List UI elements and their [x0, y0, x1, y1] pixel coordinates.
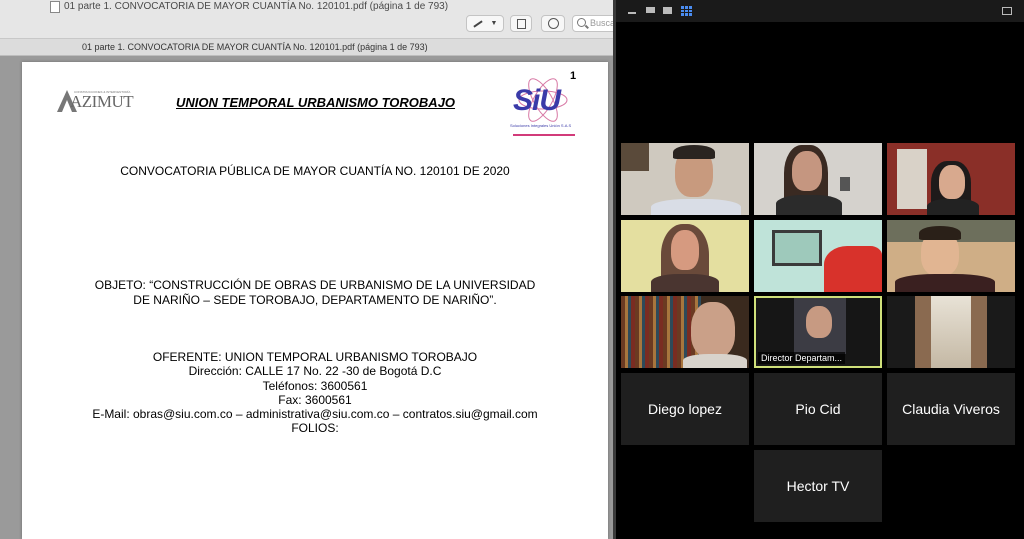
company-heading: UNION TEMPORAL URBANISMO TOROBAJO — [176, 95, 456, 110]
title-bar: 01 parte 1. CONVOCATORIA DE MAYOR CUANTÍ… — [0, 0, 613, 39]
siu-tagline: Soluciones Integrales Unión S.A.S — [510, 123, 572, 128]
participant-head — [671, 230, 699, 270]
wall-picture — [621, 143, 649, 171]
video-tile[interactable] — [621, 220, 749, 292]
video-tile[interactable] — [887, 220, 1015, 292]
document-subtitle: 01 parte 1. CONVOCATORIA DE MAYOR CUANTÍ… — [0, 39, 613, 56]
participant-body — [927, 199, 979, 215]
markup-button[interactable]: ▼ — [466, 15, 504, 32]
telefonos-line: Teléfonos: 3600561 — [262, 379, 368, 393]
azimut-tagline: CONSTRUCCIONES & INTERVENTORÍA — [74, 90, 131, 94]
participant-hair — [673, 145, 715, 159]
siu-logo: SiU — [513, 84, 561, 117]
participant-name-caption: Director Departam... — [758, 352, 846, 364]
participant-tile-claudia-viveros[interactable]: Claudia Viveros — [887, 373, 1015, 445]
video-tile[interactable] — [754, 143, 882, 215]
fax-line: Fax: 3600561 — [278, 393, 352, 407]
search-placeholder: Buscar — [590, 18, 613, 28]
azimut-logo: AZIMUT — [70, 92, 134, 111]
video-tile[interactable] — [621, 143, 749, 215]
siu-underline — [513, 134, 575, 136]
minimize-icon[interactable] — [628, 12, 636, 14]
window-title: 01 parte 1. CONVOCATORIA DE MAYOR CUANTÍ… — [64, 1, 449, 12]
participant-tile-diego-lopez[interactable]: Diego lopez — [621, 373, 749, 445]
page-number: 1 — [570, 70, 577, 82]
thumbnail-view-icon[interactable] — [646, 7, 655, 13]
rotate-icon — [516, 18, 526, 29]
gallery-view-icon[interactable] — [681, 6, 692, 16]
direccion-line: Dirección: CALLE 17 No. 22 -30 de Bogotá… — [188, 364, 442, 378]
active-speaker-tile[interactable]: Director Departam... — [754, 296, 882, 368]
objeto-line-2: DE NARIÑO – SEDE TOROBAJO, DEPARTAMENTO … — [133, 293, 497, 307]
annotate-button[interactable] — [541, 15, 565, 32]
participant-body — [776, 195, 842, 215]
participant-name: Diego lopez — [648, 401, 722, 417]
participant-head — [691, 302, 735, 358]
speaker-view-icon[interactable] — [663, 7, 672, 14]
folios-line: FOLIOS: — [291, 421, 339, 435]
exit-fullscreen-icon[interactable] — [1002, 7, 1012, 15]
participant-head — [792, 151, 822, 191]
wall-picture — [772, 230, 822, 266]
participant-head — [806, 306, 832, 338]
pdf-page: AZIMUT CONSTRUCCIONES & INTERVENTORÍA UN… — [22, 62, 608, 539]
wall-frame — [840, 177, 850, 191]
chevron-down-icon: ▼ — [490, 20, 498, 27]
participant-name: Hector TV — [786, 478, 850, 494]
participant-body — [651, 199, 741, 215]
video-tile[interactable] — [754, 220, 882, 292]
participant-tile-pio-cid[interactable]: Pio Cid — [754, 373, 882, 445]
objeto-line-1: OBJETO: “CONSTRUCCIÓN DE OBRAS DE URBANI… — [94, 278, 536, 292]
background-shelf — [897, 149, 927, 209]
convocatoria-title: CONVOCATORIA PÚBLICA DE MAYOR CUANTÍA NO… — [120, 164, 510, 178]
participant-name: Pio Cid — [795, 401, 841, 417]
video-call-window: Director Departam... Diego lopez Pio Cid… — [613, 0, 1024, 539]
participant-tile-hector-tv[interactable]: Hector TV — [754, 450, 882, 522]
participant-name: Claudia Viveros — [902, 401, 1000, 417]
rotate-button[interactable] — [510, 15, 532, 32]
video-tile[interactable] — [887, 143, 1015, 215]
pencil-circle-icon — [547, 18, 559, 29]
pen-icon — [472, 19, 483, 28]
participant-head — [939, 165, 965, 199]
search-input[interactable]: Buscar — [572, 15, 613, 32]
search-icon — [577, 18, 586, 27]
participant-body — [824, 246, 882, 292]
call-toolbar — [616, 0, 1024, 22]
oferente-line: OFERENTE: UNION TEMPORAL URBANISMO TOROB… — [152, 350, 478, 364]
video-tile[interactable] — [621, 296, 749, 368]
email-line: E-Mail: obras@siu.com.co – administrativ… — [92, 407, 538, 421]
participant-body — [651, 274, 719, 292]
participant-body — [683, 354, 747, 368]
street-building-left — [915, 296, 931, 368]
pdf-viewer-window: 01 parte 1. CONVOCATORIA DE MAYOR CUANTÍ… — [0, 0, 613, 539]
participant-body — [895, 274, 995, 292]
participant-hair — [919, 226, 961, 240]
pdf-file-icon — [50, 1, 60, 13]
street-building-right — [971, 296, 987, 368]
video-tile[interactable] — [887, 296, 1015, 368]
